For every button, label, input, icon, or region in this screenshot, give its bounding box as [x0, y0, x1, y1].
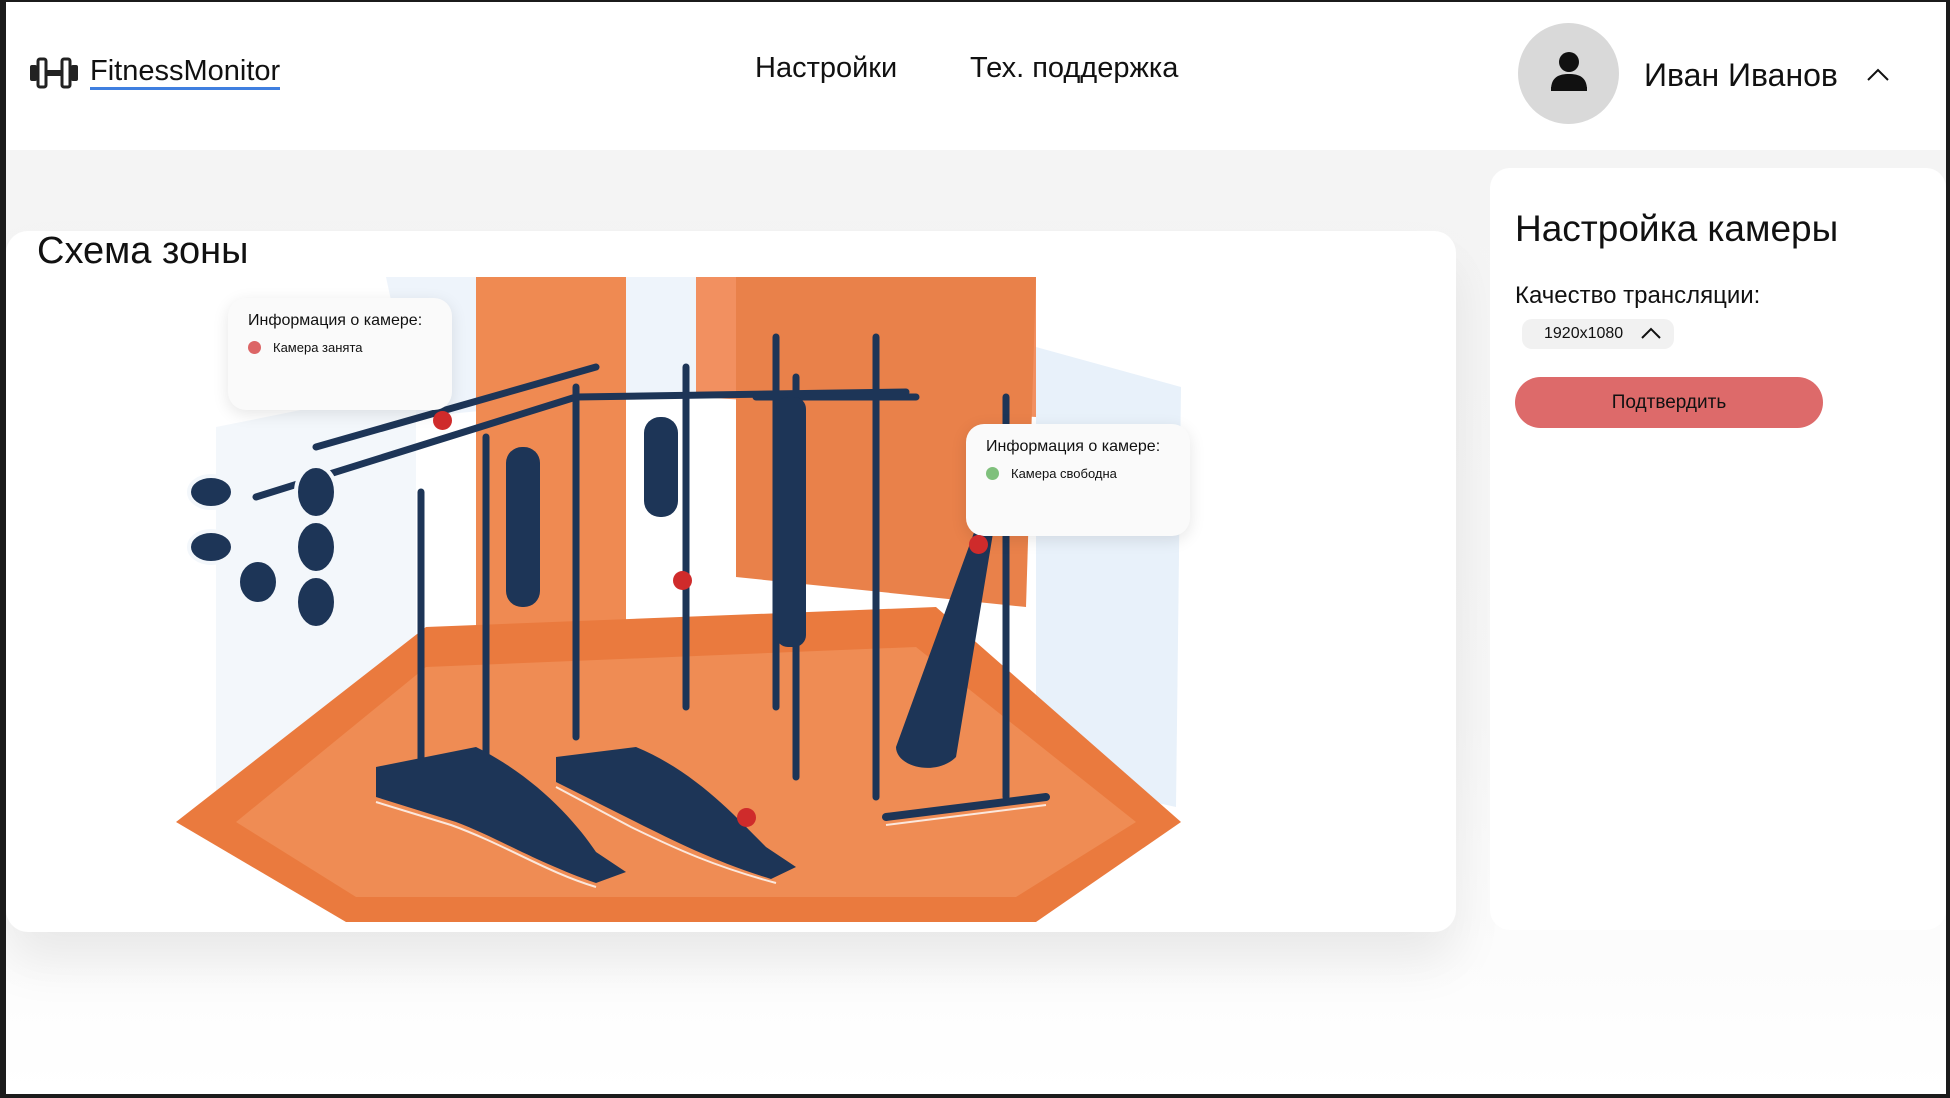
camera-info-tooltip-free: Информация о камере: Камера свободна [966, 424, 1190, 536]
camera-marker[interactable] [969, 535, 988, 554]
quality-label: Качество трансляции: [1515, 282, 1761, 309]
nav-settings[interactable]: Настройки [755, 52, 897, 85]
nav-support[interactable]: Тех. поддержка [970, 52, 1178, 85]
top-header: FitnessMonitor Настройки Тех. поддержка … [6, 2, 1946, 150]
quality-value: 1920x1080 [1544, 325, 1624, 342]
camera-marker[interactable] [673, 571, 692, 590]
confirm-button[interactable]: Подтвердить [1515, 377, 1823, 428]
settings-title: Настройка камеры [1515, 208, 1839, 249]
status-dot-free [986, 467, 999, 480]
status-dot-busy [248, 341, 261, 354]
camera-status-busy: Камера занята [273, 340, 363, 355]
user-name[interactable]: Иван Иванов [1644, 57, 1838, 94]
app-window: FitnessMonitor Настройки Тех. поддержка … [6, 2, 1946, 1094]
dumbbell-icon [30, 56, 78, 90]
logo-text[interactable]: FitnessMonitor [90, 56, 281, 90]
tooltip-title: Информация о камере: [248, 312, 423, 329]
chevron-up-icon [1641, 327, 1661, 339]
camera-marker[interactable] [433, 411, 452, 430]
tooltip-title: Информация о камере: [986, 438, 1161, 455]
logo[interactable]: FitnessMonitor [30, 56, 281, 90]
quality-select[interactable]: 1920x1080 [1522, 319, 1674, 349]
zone-title: Схема зоны [37, 230, 249, 272]
camera-marker[interactable] [737, 808, 756, 827]
chevron-up-icon[interactable] [1866, 68, 1890, 87]
user-icon [1549, 50, 1589, 97]
camera-info-tooltip-busy: Информация о камере: Камера занята [228, 298, 452, 410]
camera-status-free: Камера свободна [1011, 466, 1117, 481]
avatar[interactable] [1518, 23, 1619, 124]
